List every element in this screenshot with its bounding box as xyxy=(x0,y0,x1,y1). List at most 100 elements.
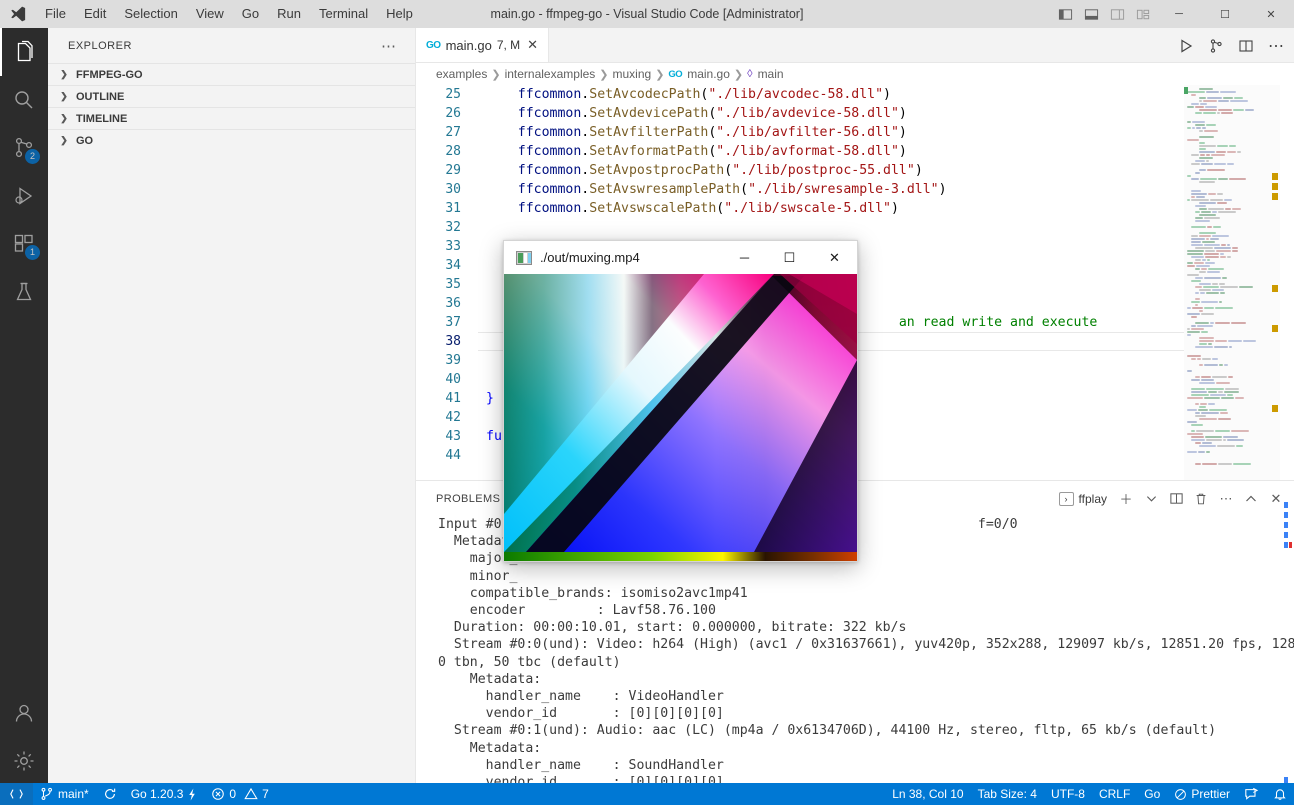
menu-go[interactable]: Go xyxy=(233,0,268,28)
activity-item-run-and-debug[interactable] xyxy=(0,172,48,220)
ffplay-close-button[interactable]: ✕ xyxy=(812,241,857,274)
tab-main-go[interactable]: GO main.go 7, M ✕ xyxy=(416,28,549,62)
maximize-panel-icon[interactable] xyxy=(1239,487,1263,511)
editor-more-actions-icon[interactable]: ⋯ xyxy=(1262,32,1290,60)
activity-bar: 2 1 xyxy=(0,28,48,785)
new-terminal-icon[interactable]: ＋ xyxy=(1114,487,1138,511)
tab-close-icon[interactable]: ✕ xyxy=(527,37,538,53)
account-icon xyxy=(12,701,36,725)
warning-icon xyxy=(244,787,258,801)
toggle-primary-sidebar-icon[interactable] xyxy=(1052,0,1078,28)
vscode-window: File Edit Selection View Go Run Terminal… xyxy=(0,0,1294,805)
activity-item-testing[interactable] xyxy=(0,268,48,316)
ffplay-maximize-button[interactable]: ☐ xyxy=(767,241,812,274)
chevron-right-icon: ❯ xyxy=(490,68,501,81)
activity-item-manage-settings[interactable] xyxy=(0,737,48,785)
status-branch[interactable]: main* xyxy=(33,783,96,805)
ffplay-window[interactable]: ./out/muxing.mp4 ─ ☐ ✕ xyxy=(503,240,858,562)
menu-selection[interactable]: Selection xyxy=(115,0,186,28)
sidebar-section-go[interactable]: ❯ GO xyxy=(48,129,415,151)
menu-bar: File Edit Selection View Go Run Terminal… xyxy=(36,0,422,28)
sidebar-section-outline[interactable]: ❯ OUTLINE xyxy=(48,85,415,107)
sidebar-section-ffmpeg-go[interactable]: ❯ FFMPEG-GO xyxy=(48,63,415,85)
code-line: 30 ffcommon.SetAvswresamplePath("./lib/s… xyxy=(416,180,1294,199)
sidebar-section-label: OUTLINE xyxy=(76,91,124,103)
sidebar-header: EXPLORER ⋯ xyxy=(48,28,415,63)
code-line-text xyxy=(478,351,486,370)
breadcrumb-item-muxing[interactable]: muxing xyxy=(613,67,652,81)
status-cursor-position[interactable]: Ln 38, Col 10 xyxy=(885,783,970,805)
menu-file[interactable]: File xyxy=(36,0,75,28)
split-editor-icon[interactable] xyxy=(1232,32,1260,60)
terminal-line: minor_ xyxy=(438,568,1294,585)
code-line-text: ffcommon.SetAvpostprocPath("./lib/postpr… xyxy=(478,161,923,180)
sidebar-section-timeline[interactable]: ❯ TIMELINE xyxy=(48,107,415,129)
terminal-line: Stream #0:0(und): Video: h264 (High) (av… xyxy=(438,636,1294,653)
breadcrumb-item-internalexamples[interactable]: internalexamples xyxy=(505,67,596,81)
sidebar-more-actions-icon[interactable]: ⋯ xyxy=(381,37,397,55)
remote-icon xyxy=(9,787,24,801)
status-eol[interactable]: CRLF xyxy=(1092,783,1137,805)
menu-edit[interactable]: Edit xyxy=(75,0,115,28)
files-icon xyxy=(13,40,37,64)
terminal-line: compatible_brands: isomiso2avc1mp41 xyxy=(438,585,1294,602)
minimap[interactable] xyxy=(1184,85,1280,480)
menu-run[interactable]: Run xyxy=(268,0,310,28)
toggle-panel-icon[interactable] xyxy=(1078,0,1104,28)
minimap-decoration xyxy=(1272,183,1278,190)
kill-terminal-icon[interactable] xyxy=(1189,487,1213,511)
split-terminal-icon[interactable] xyxy=(1164,487,1188,511)
status-tab-size[interactable]: Tab Size: 4 xyxy=(971,783,1044,805)
beaker-icon xyxy=(12,280,36,304)
activity-item-accounts[interactable] xyxy=(0,689,48,737)
chevron-down-icon[interactable] xyxy=(1139,487,1163,511)
ffplay-minimize-button[interactable]: ─ xyxy=(722,241,767,274)
sidebar-title: EXPLORER xyxy=(68,40,132,52)
activity-item-explorer[interactable] xyxy=(0,28,48,76)
code-line: 31 ffcommon.SetAvswscalePath("./lib/swsc… xyxy=(416,199,1294,218)
window-minimize-button[interactable]: ─ xyxy=(1156,0,1202,28)
terminal-selector[interactable]: › ffplay xyxy=(1053,487,1113,511)
status-formatter-label: Prettier xyxy=(1191,787,1230,801)
menu-view[interactable]: View xyxy=(187,0,233,28)
breadcrumb-item-examples[interactable]: examples xyxy=(436,67,487,81)
minimap-decoration xyxy=(1272,285,1278,292)
minimap-decoration xyxy=(1272,405,1278,412)
run-or-debug-icon[interactable] xyxy=(1202,32,1230,60)
code-line-text xyxy=(478,256,486,275)
activity-item-source-control[interactable]: 2 xyxy=(0,124,48,172)
activity-item-extensions[interactable]: 1 xyxy=(0,220,48,268)
status-go-version[interactable]: Go 1.20.3 xyxy=(124,783,205,805)
status-problems[interactable]: 0 7 xyxy=(204,783,275,805)
terminal-name: ffplay xyxy=(1079,492,1107,506)
video-frame xyxy=(504,274,857,561)
status-language-mode[interactable]: Go xyxy=(1137,783,1167,805)
line-number: 28 xyxy=(416,142,478,161)
terminal-line: handler_name : SoundHandler xyxy=(438,757,1294,774)
code-line-text: ffcommon.SetAvswscalePath("./lib/swscale… xyxy=(478,199,899,218)
code-line-text xyxy=(478,446,486,465)
menu-help[interactable]: Help xyxy=(377,0,422,28)
status-encoding[interactable]: UTF-8 xyxy=(1044,783,1092,805)
ffplay-app-icon xyxy=(516,251,532,265)
status-remote-feedback[interactable] xyxy=(1237,783,1266,805)
status-sync[interactable] xyxy=(96,783,124,805)
breadcrumb-item-main-func[interactable]: main xyxy=(758,67,784,81)
window-maximize-button[interactable]: ☐ xyxy=(1202,0,1248,28)
status-formatter[interactable]: Prettier xyxy=(1167,783,1237,805)
customize-layout-icon[interactable] xyxy=(1130,0,1156,28)
ffplay-video-surface[interactable] xyxy=(504,274,857,561)
remote-window-indicator[interactable] xyxy=(0,783,33,805)
line-number: 34 xyxy=(416,256,478,275)
editor-vertical-scrollbar[interactable] xyxy=(1280,85,1294,480)
status-error-count: 0 xyxy=(229,787,236,801)
panel-more-actions-icon[interactable]: ⋯ xyxy=(1214,487,1238,511)
window-close-button[interactable]: ✕ xyxy=(1248,0,1294,28)
status-notifications[interactable] xyxy=(1266,783,1294,805)
toggle-secondary-sidebar-icon[interactable] xyxy=(1104,0,1130,28)
breadcrumb-item-main-go[interactable]: main.go xyxy=(687,67,730,81)
menu-terminal[interactable]: Terminal xyxy=(310,0,377,28)
run-go-file-icon[interactable] xyxy=(1172,32,1200,60)
activity-item-search[interactable] xyxy=(0,76,48,124)
titlebar-right-controls: ─ ☐ ✕ xyxy=(1052,0,1294,28)
